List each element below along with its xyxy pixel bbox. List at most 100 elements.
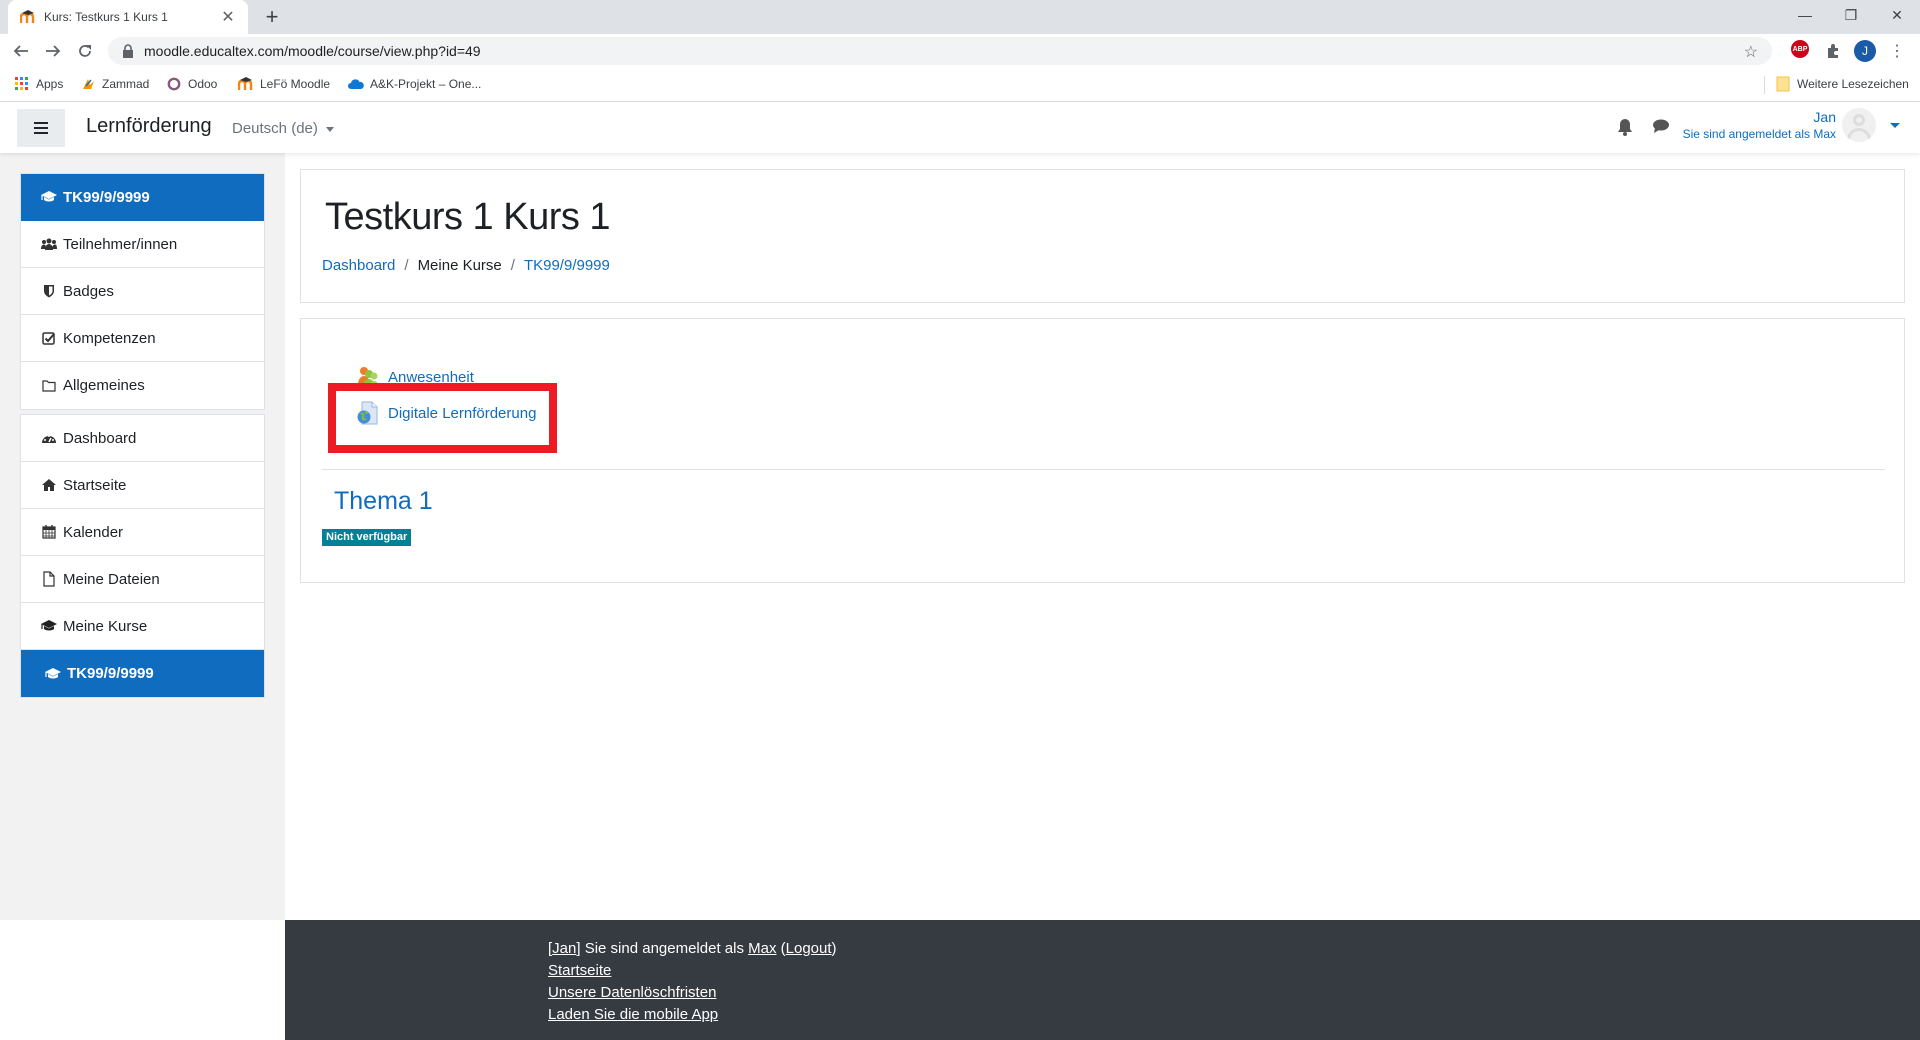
minimize-button[interactable]: — — [1782, 0, 1828, 30]
footer-data-retention-link[interactable]: Unsere Datenlöschfristen — [548, 984, 716, 1001]
user-menu-text: Jan Sie sind angemeldet als Max — [1683, 108, 1836, 142]
course-nav-group: TK99/9/9999 Teilnehmer/innen Badges Komp… — [20, 173, 265, 410]
zammad-icon — [80, 76, 96, 92]
nav-item-my-files[interactable]: Meine Dateien — [21, 556, 264, 603]
forward-button[interactable] — [40, 38, 66, 64]
graduation-cap-icon — [45, 666, 61, 682]
nav-item-course[interactable]: TK99/9/9999 — [21, 174, 264, 221]
footer-home-link[interactable]: Startseite — [548, 962, 611, 979]
browser-tab[interactable]: Kurs: Testkurs 1 Kurs 1 ✕ — [8, 0, 248, 34]
breadcrumb-separator: / — [404, 257, 409, 274]
arrow-right-icon — [46, 45, 61, 57]
language-menu[interactable]: Deutsch (de) — [232, 120, 334, 137]
browser-menu-icon[interactable]: ⋮ — [1886, 40, 1908, 62]
footer-logout-link[interactable]: Logout — [786, 940, 832, 957]
nav-item-label: Kalender — [63, 523, 124, 541]
other-bookmarks[interactable]: Weitere Lesezeichen — [1775, 76, 1909, 92]
arrow-left-icon — [13, 45, 28, 57]
course-content-card: Anwesenheit Digitale Lernförderung Thema… — [300, 318, 1905, 583]
section-divider — [322, 469, 1885, 470]
nav-item-participants[interactable]: Teilnehmer/innen — [21, 221, 264, 268]
breadcrumb-separator: / — [510, 257, 515, 274]
calendar-icon — [41, 524, 57, 540]
notifications-bell-icon[interactable] — [1617, 118, 1637, 138]
footer-links: [Jan] Sie sind angemeldet als Max (Logou… — [548, 938, 837, 1026]
nav-item-general[interactable]: Allgemeines — [21, 362, 264, 409]
graduation-cap-icon — [41, 618, 57, 634]
back-button[interactable] — [8, 38, 34, 64]
footer-login-info: [Jan] Sie sind angemeldet als Max (Logou… — [548, 938, 837, 960]
bookmarks-divider — [1764, 76, 1765, 94]
nav-item-label: Meine Kurse — [63, 617, 148, 635]
nav-item-label: Teilnehmer/innen — [63, 235, 178, 253]
dashboard-icon — [41, 430, 57, 446]
logged-in-as-text: Sie sind angemeldet als Max — [1682, 127, 1836, 141]
close-window-button[interactable]: ✕ — [1874, 0, 1920, 30]
restore-button[interactable]: ❐ — [1828, 0, 1874, 30]
bookmark-star-icon[interactable]: ☆ — [1744, 42, 1758, 62]
url-bar[interactable]: moodle.educaltex.com/moodle/course/view.… — [108, 37, 1772, 65]
user-avatar — [1842, 108, 1876, 142]
bookmark-odoo[interactable]: Odoo — [166, 76, 217, 92]
home-icon — [41, 477, 57, 493]
site-name[interactable]: Lernförderung — [86, 115, 212, 138]
bookmarks-bar: Apps Zammad Odoo LeFö Moodle A&K-Projekt… — [0, 68, 1920, 102]
nav-item-label: Allgemeines — [63, 377, 145, 394]
nav-item-competencies[interactable]: Kompetenzen — [21, 315, 264, 362]
user-name: Jan — [1813, 109, 1836, 125]
bookmark-label: Zammad — [102, 77, 150, 91]
moodle-favicon-icon — [20, 9, 36, 25]
nav-item-my-courses[interactable]: Meine Kurse — [21, 603, 264, 650]
nav-item-current-course[interactable]: TK99/9/9999 — [21, 650, 264, 697]
messages-chat-icon[interactable] — [1652, 118, 1672, 138]
nav-item-badges[interactable]: Badges — [21, 268, 264, 315]
reload-button[interactable] — [72, 38, 98, 64]
file-icon — [41, 571, 57, 587]
footer-loginas-link[interactable]: Max — [748, 940, 776, 957]
page-header-card: Testkurs 1 Kurs 1 Dashboard / Meine Kurs… — [300, 169, 1905, 303]
bookmark-onedrive[interactable]: A&K-Projekt – One... — [348, 76, 481, 92]
nav-item-label: TK99/9/9999 — [63, 188, 150, 206]
nav-item-label: TK99/9/9999 — [67, 665, 154, 682]
bookmark-label: Apps — [36, 77, 64, 91]
section-title[interactable]: Thema 1 — [334, 487, 433, 516]
nav-item-label: Dashboard — [63, 429, 137, 447]
nav-item-dashboard[interactable]: Dashboard — [21, 415, 264, 462]
bookmark-zammad[interactable]: Zammad — [80, 76, 149, 92]
tab-title: Kurs: Testkurs 1 Kurs 1 — [44, 10, 168, 24]
other-bookmarks-label: Weitere Lesezeichen — [1797, 77, 1909, 91]
page-title: Testkurs 1 Kurs 1 — [325, 196, 611, 238]
nav-drawer: TK99/9/9999 Teilnehmer/innen Badges Komp… — [0, 153, 285, 920]
moodle-navbar: Lernförderung Deutsch (de) Jan Sie sind … — [0, 102, 1920, 153]
nav-item-label: Startseite — [63, 476, 127, 494]
bookmark-label: LeFö Moodle — [260, 77, 331, 91]
breadcrumb-dashboard[interactable]: Dashboard — [322, 257, 395, 274]
extensions-puzzle-icon[interactable] — [1822, 40, 1844, 62]
paren-text: ) — [831, 940, 837, 957]
drawer-toggle-button[interactable] — [17, 109, 65, 147]
breadcrumb-course[interactable]: TK99/9/9999 — [524, 257, 610, 274]
page-footer: [Jan] Sie sind angemeldet als Max (Logou… — [285, 920, 1920, 1040]
footer-mobile-app-link[interactable]: Laden Sie die mobile App — [548, 1006, 718, 1023]
bookmark-apps[interactable]: Apps — [14, 76, 63, 92]
graduation-cap-icon — [41, 189, 57, 205]
close-tab-icon[interactable]: ✕ — [220, 7, 236, 27]
nav-item-calendar[interactable]: Kalender — [21, 509, 264, 556]
nav-item-label: Kompetenzen — [63, 329, 156, 347]
browser-tab-strip: Kurs: Testkurs 1 Kurs 1 ✕ + — ❐ ✕ — [0, 0, 1920, 34]
bookmark-lefo-moodle[interactable]: LeFö Moodle — [238, 76, 330, 92]
onedrive-icon — [348, 76, 364, 92]
logged-in-text: ] Sie sind angemeldet als — [576, 940, 749, 957]
highlight-annotation-box — [328, 383, 557, 453]
footer-user-link[interactable]: Jan — [552, 940, 576, 957]
new-tab-button[interactable]: + — [260, 5, 284, 29]
profile-avatar[interactable]: J — [1854, 40, 1876, 62]
lock-icon — [123, 44, 133, 58]
adblock-extension-icon[interactable]: ABP — [1791, 40, 1809, 58]
nav-item-label: Badges — [63, 282, 114, 300]
nav-item-home[interactable]: Startseite — [21, 462, 264, 509]
hamburger-icon — [34, 127, 48, 129]
bookmark-label: Odoo — [188, 77, 218, 91]
user-menu[interactable]: Jan Sie sind angemeldet als Max — [1683, 108, 1900, 142]
folder-icon — [41, 378, 57, 394]
